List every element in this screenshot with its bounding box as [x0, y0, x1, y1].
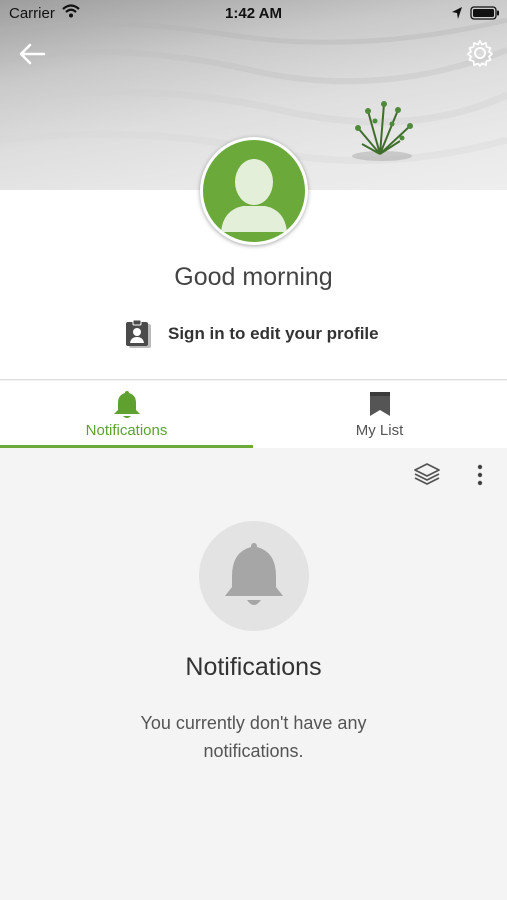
- bell-icon: [114, 391, 140, 418]
- clock: 1:42 AM: [225, 5, 282, 22]
- avatar[interactable]: [200, 137, 308, 245]
- bell-icon: [225, 543, 283, 605]
- plant-decoration: [352, 101, 413, 161]
- tab-label: My List: [355, 422, 404, 439]
- greeting-text: Good morning: [174, 263, 333, 291]
- tab-label: Notifications: [85, 422, 168, 439]
- sign-in-button[interactable]: Sign in to edit your profile: [124, 318, 379, 350]
- active-tab-indicator: [0, 445, 253, 448]
- settings-gear-icon[interactable]: [465, 38, 495, 68]
- status-bar: Carrier 1:42 AM: [0, 0, 507, 28]
- empty-state-message: You currently don't have any notificatio…: [140, 713, 367, 761]
- empty-state-title: Notifications: [185, 653, 322, 681]
- layers-icon[interactable]: [412, 461, 442, 489]
- bookmark-icon: [370, 392, 390, 416]
- back-arrow-icon[interactable]: [16, 38, 48, 70]
- sign-in-label: Sign in to edit your profile: [168, 324, 379, 343]
- tab-notifications[interactable]: Notifications: [0, 381, 253, 448]
- tab-my-list[interactable]: My List: [253, 381, 506, 448]
- battery-icon: [470, 6, 499, 20]
- id-badge-icon: [126, 319, 151, 348]
- location-arrow-icon: [452, 7, 462, 19]
- person-silhouette-icon: [221, 159, 287, 232]
- empty-state-illustration: [199, 521, 309, 631]
- section-divider: [0, 379, 507, 380]
- tab-bar: Notifications My List: [0, 381, 507, 448]
- more-options-icon[interactable]: [474, 462, 486, 488]
